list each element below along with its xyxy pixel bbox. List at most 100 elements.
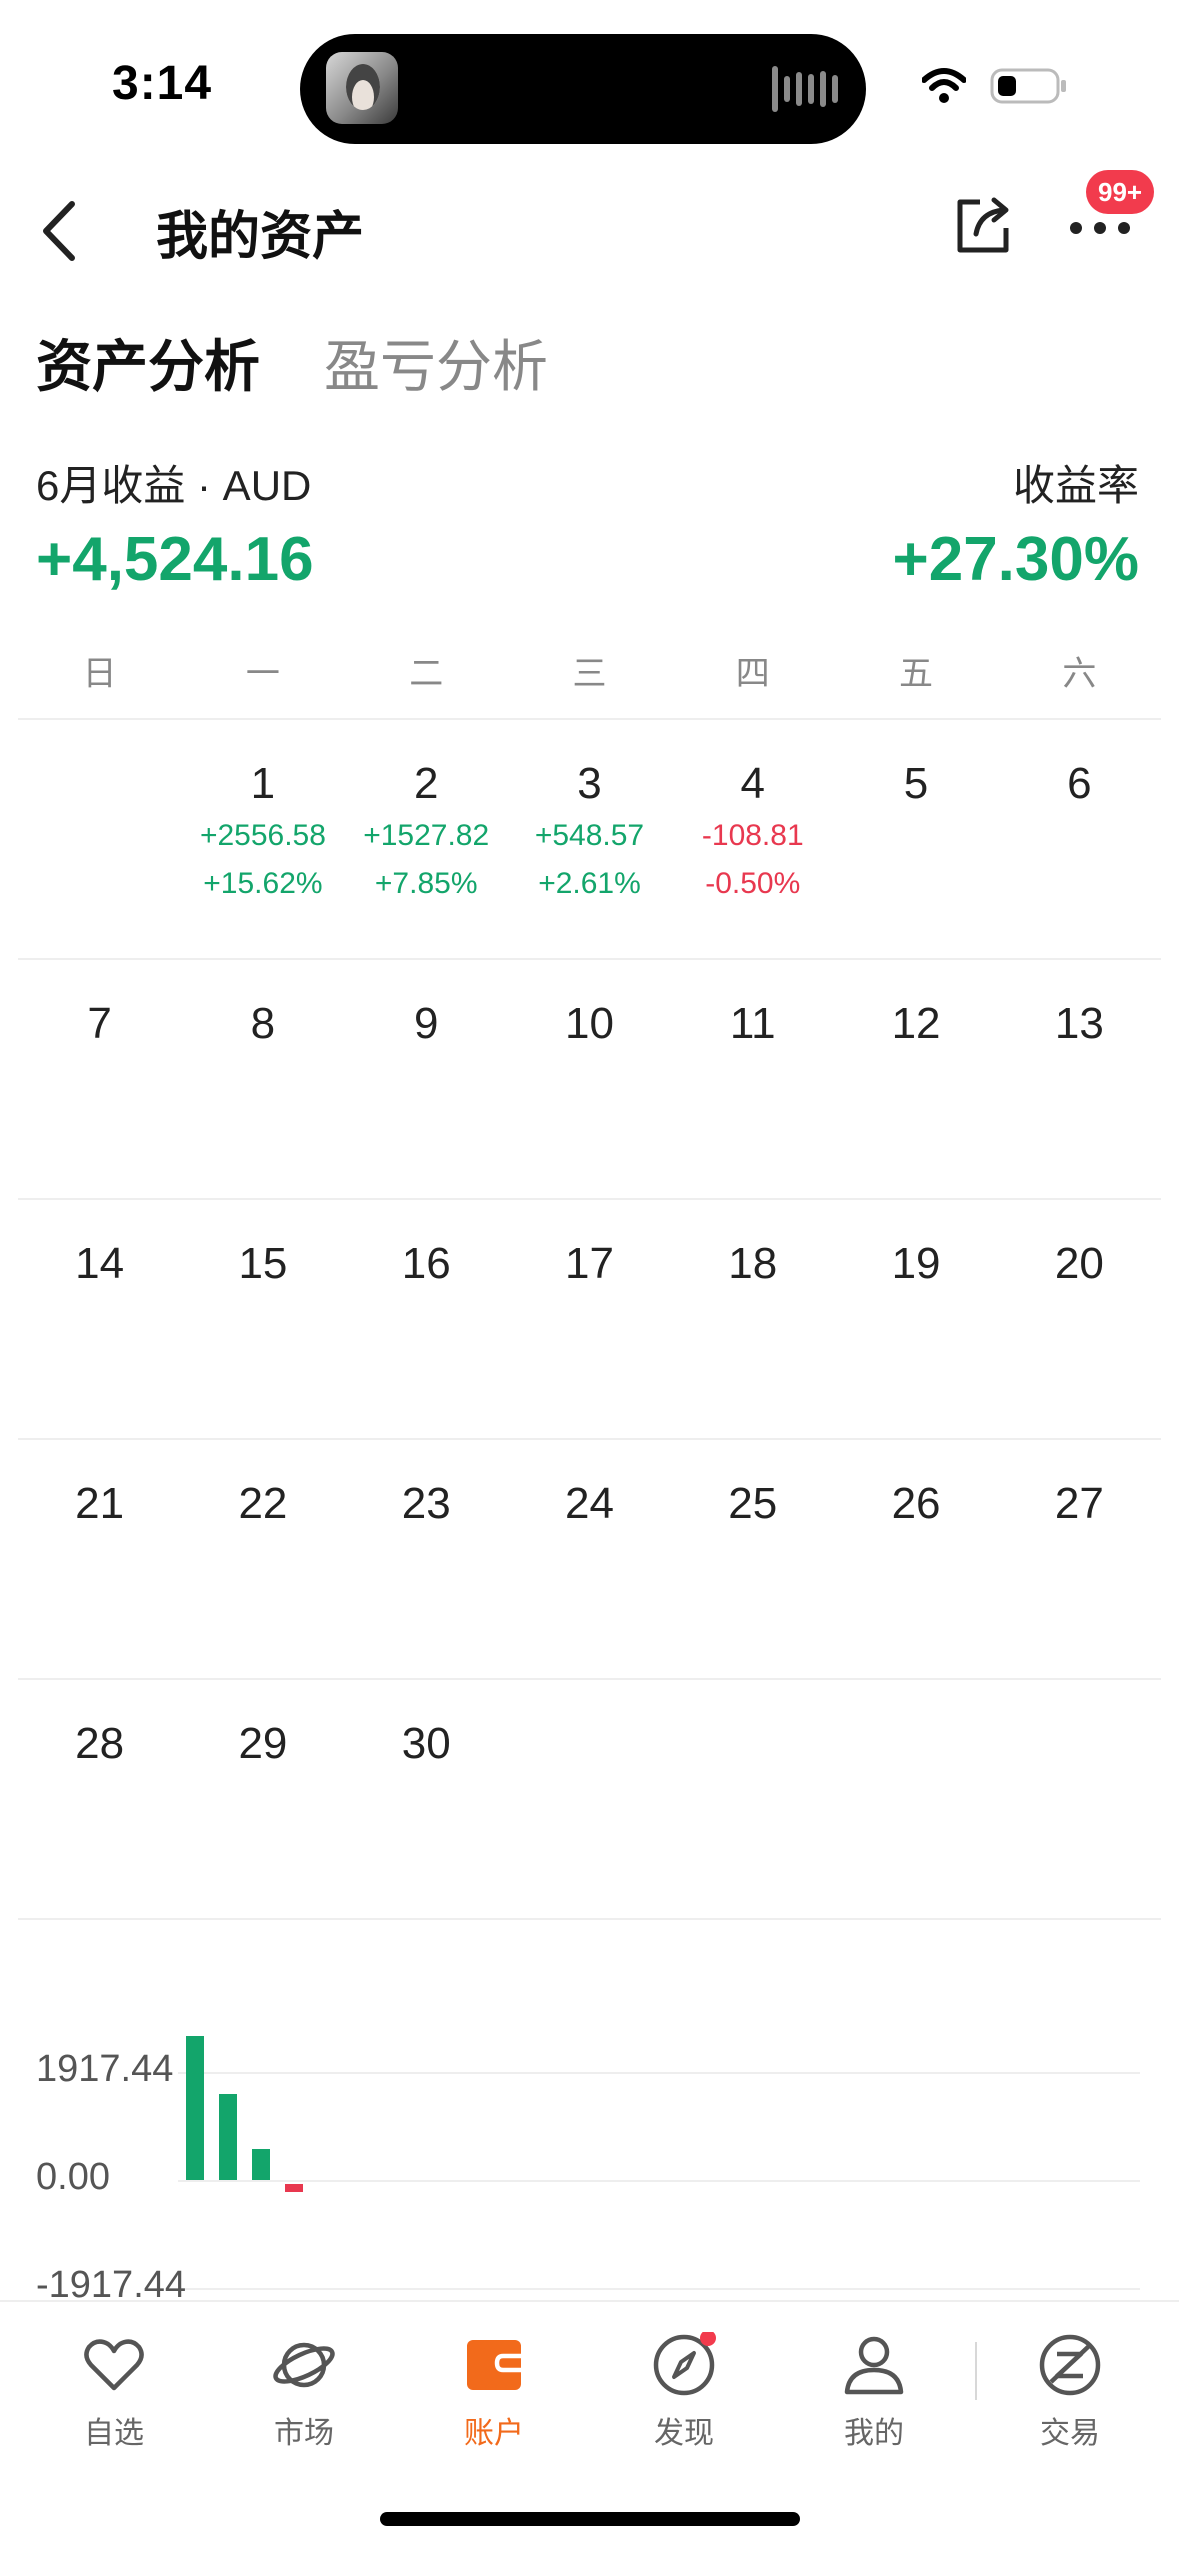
calendar-day-cell[interactable]: 11 (671, 960, 834, 1198)
y-tick-label: 1917.44 (36, 2048, 174, 2090)
compass-icon (653, 2332, 716, 2396)
calendar-day-cell[interactable]: 18 (671, 1200, 834, 1438)
day-number: 26 (891, 1479, 941, 1528)
calendar-day-cell (18, 720, 181, 958)
calendar-day-cell[interactable]: 26 (834, 1440, 997, 1678)
tab-pnl-analysis[interactable]: 盈亏分析 (324, 322, 548, 403)
share-icon[interactable] (950, 192, 1016, 258)
day-number: 3 (577, 759, 602, 808)
nav-item-market[interactable]: 市场 (234, 2322, 374, 2452)
calendar-day-cell[interactable]: 1 +2556.58 +15.62% (181, 720, 344, 958)
weekday-label: 日 (82, 655, 117, 693)
calendar-day-cell[interactable]: 3 +548.57 +2.61% (508, 720, 671, 958)
day-number: 23 (401, 1479, 451, 1528)
nav-label: 交易 (1040, 2417, 1100, 2450)
nav-label: 我的 (844, 2417, 904, 2450)
calendar-day-cell[interactable]: 29 (181, 1680, 344, 1918)
day-number: 18 (728, 1239, 778, 1288)
calendar-day-cell[interactable]: 5 (834, 720, 997, 958)
calendar-day-cell[interactable]: 9 (345, 960, 508, 1198)
day-number (834, 1716, 997, 1772)
calendar-day-cell[interactable]: 14 (18, 1200, 181, 1438)
day-number: 13 (1054, 999, 1104, 1048)
calendar-day-cell[interactable]: 4 -108.81 -0.50% (671, 720, 834, 958)
day-number: 21 (75, 1479, 125, 1528)
calendar-day-cell[interactable]: 12 (834, 960, 997, 1198)
calendar-day-cell[interactable]: 7 (18, 960, 181, 1198)
pnl-calendar: 日 一 二 三 四 五 六 1 +2556.58 +15.62% 2 +1527.82 +… (18, 636, 1161, 1920)
heart-icon (84, 2339, 144, 2391)
calendar-week-row: 7 8 9 10 11 12 13 (18, 960, 1161, 1200)
calendar-day-cell[interactable]: 30 (345, 1680, 508, 1918)
calendar-day-cell (508, 1680, 671, 1918)
calendar-day-cell[interactable]: 10 (508, 960, 671, 1198)
day-number: 2 (413, 759, 439, 808)
day-number: 6 (1067, 759, 1092, 808)
calendar-day-cell[interactable]: 13 (998, 960, 1161, 1198)
monthly-income-label: 6月收益 · AUD (36, 462, 312, 509)
calendar-day-cell[interactable]: 23 (345, 1440, 508, 1678)
tab-asset-analysis[interactable]: 资产分析 (36, 322, 260, 403)
dynamic-island[interactable] (300, 34, 866, 144)
day-number: 29 (238, 1719, 288, 1768)
back-arrow-icon[interactable] (34, 196, 84, 266)
calendar-day-cell[interactable]: 17 (508, 1200, 671, 1438)
day-pnl-percent: +7.85% (374, 867, 478, 900)
day-pnl-value: +2556.58 (199, 819, 326, 852)
calendar-day-cell[interactable]: 21 (18, 1440, 181, 1678)
calendar-day-cell (671, 1680, 834, 1918)
weekday-header: 日 一 二 三 四 五 六 (18, 636, 1161, 720)
calendar-day-cell[interactable]: 2 +1527.82 +7.85% (345, 720, 508, 958)
day-number: 20 (1054, 1239, 1104, 1288)
weekday-label: 五 (899, 655, 934, 693)
calendar-day-cell[interactable]: 24 (508, 1440, 671, 1678)
calendar-day-cell[interactable]: 16 (345, 1200, 508, 1438)
weekday-label: 六 (1062, 655, 1097, 693)
day-pnl-value: +548.57 (534, 819, 645, 852)
calendar-week-row: 1 +2556.58 +15.62% 2 +1527.82 +7.85% 3 +548.57 +… (18, 720, 1161, 960)
nav-item-me[interactable]: 我的 (804, 2322, 944, 2452)
nav-label: 自选 (84, 2417, 144, 2450)
nav-item-watchlist[interactable]: 自选 (44, 2322, 184, 2452)
day-number: 1 (250, 759, 276, 808)
calendar-day-cell[interactable]: 20 (998, 1200, 1161, 1438)
nav-item-discover[interactable]: 发现 (614, 2322, 754, 2452)
calendar-week-row: 14 15 16 17 18 19 20 (18, 1200, 1161, 1440)
y-tick-label: 0.00 (36, 2156, 110, 2198)
day-number: 22 (238, 1479, 288, 1528)
planet-icon (273, 2342, 335, 2388)
calendar-day-cell (998, 1680, 1161, 1918)
calendar-day-cell[interactable]: 25 (671, 1440, 834, 1678)
notification-badge: 99+ (1086, 170, 1155, 214)
nav-item-account[interactable]: 账户 (424, 2322, 564, 2452)
calendar-day-cell[interactable]: 8 (181, 960, 344, 1198)
calendar-day-cell[interactable]: 19 (834, 1200, 997, 1438)
calendar-week-row: 21 22 23 24 25 26 27 (18, 1440, 1161, 1680)
day-number: 5 (903, 759, 929, 808)
day-number: 28 (75, 1719, 125, 1768)
gridline-top (178, 2072, 1140, 2074)
nav-item-trade[interactable]: 交易 (1000, 2322, 1140, 2452)
day-number: 7 (87, 999, 112, 1048)
calendar-day-cell[interactable]: 22 (181, 1440, 344, 1678)
audio-waveform-icon (772, 66, 838, 112)
home-indicator (380, 2512, 800, 2526)
daily-pnl-bar-chart: 1917.44 0.00 -1917.44 (0, 1980, 1179, 2306)
day-pnl-value: -108.81 (701, 819, 804, 852)
calendar-day-cell[interactable]: 28 (18, 1680, 181, 1918)
weekday-label: 四 (735, 655, 770, 693)
more-options-icon[interactable] (1070, 216, 1140, 240)
person-icon (844, 2336, 904, 2395)
calendar-day-cell[interactable]: 27 (998, 1440, 1161, 1678)
calendar-day-cell[interactable]: 6 (998, 720, 1161, 958)
calendar-day-cell[interactable]: 15 (181, 1200, 344, 1438)
nav-divider (975, 2342, 977, 2400)
monthly-income-value: +4,524.16 (36, 525, 314, 594)
day-number (508, 1716, 671, 1772)
day-number: 17 (565, 1239, 614, 1288)
day-number (671, 1716, 834, 1772)
chart-bar (219, 2093, 237, 2180)
day-pnl-value: +1527.82 (363, 819, 490, 852)
weekday-label: 二 (409, 655, 444, 693)
day-number: 11 (729, 999, 776, 1048)
